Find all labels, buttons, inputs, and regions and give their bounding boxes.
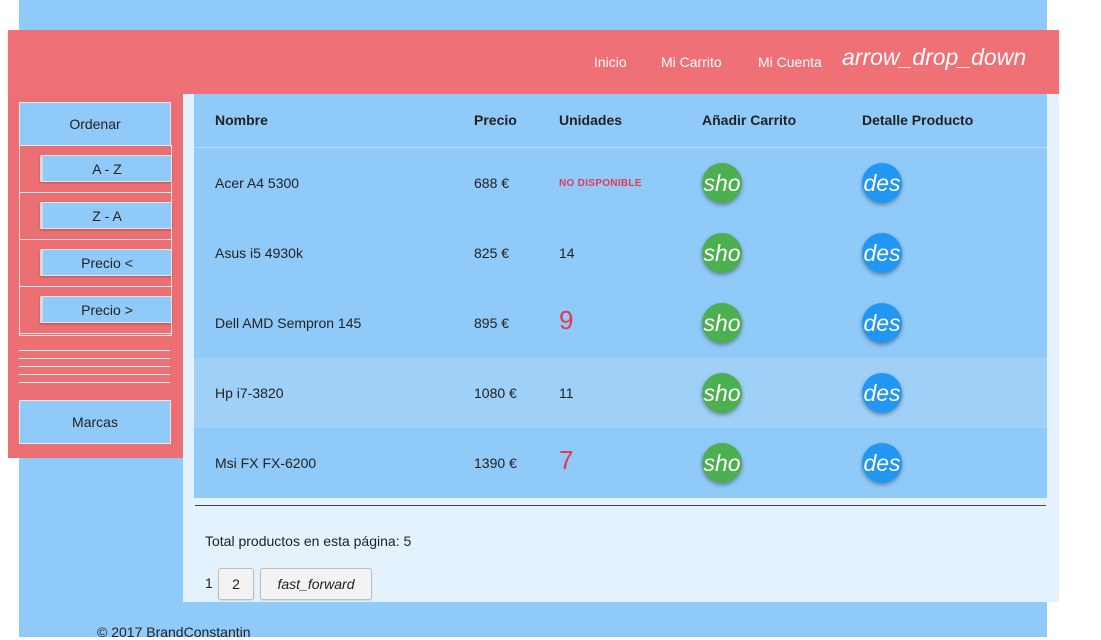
- add-to-cart-button[interactable]: sho: [702, 303, 742, 343]
- top-navbar: Inicio Mi Carrito Mi Cuenta arrow_drop_d…: [8, 30, 1059, 94]
- table-row: Asus i5 4930k 825 € 14 sho des: [194, 218, 1047, 288]
- product-price: 1390 €: [474, 455, 517, 471]
- sort-price-asc-button[interactable]: Precio <: [40, 249, 172, 276]
- table-row: Msi FX FX-6200 1390 € 7 sho des: [194, 428, 1047, 498]
- product-units-unavailable: NO DISPONIBLE: [559, 178, 642, 189]
- add-to-cart-button[interactable]: sho: [702, 163, 742, 203]
- product-units-low: 9: [559, 305, 574, 335]
- arrow-drop-down-icon[interactable]: arrow_drop_down: [842, 44, 1026, 71]
- ordenar-header[interactable]: Ordenar: [19, 102, 171, 146]
- sort-options-group: A - Z Z - A Precio < Precio >: [19, 145, 172, 336]
- description-icon: des: [863, 169, 901, 196]
- description-icon: des: [863, 449, 901, 476]
- product-price: 825 €: [474, 245, 510, 261]
- shopping-cart-icon: sho: [703, 309, 741, 336]
- sort-row: Z - A: [20, 192, 172, 240]
- shopping-cart-icon: sho: [703, 379, 741, 406]
- add-to-cart-button[interactable]: sho: [702, 443, 742, 483]
- product-name: Hp i7-3820: [215, 385, 284, 401]
- sort-row: A - Z: [20, 145, 172, 193]
- product-name: Msi FX FX-6200: [215, 455, 317, 471]
- add-to-cart-button[interactable]: sho: [702, 233, 742, 273]
- description-icon: des: [863, 239, 901, 266]
- fast-forward-button[interactable]: fast_forward: [260, 568, 372, 600]
- description-icon: des: [863, 379, 901, 406]
- main-content: Nombre Precio Unidades Añadir Carrito De…: [183, 94, 1059, 602]
- table-divider: [195, 505, 1046, 506]
- header-anadir-carrito: Añadir Carrito: [702, 112, 797, 128]
- footer-copyright: © 2017 BrandConstantin: [97, 624, 251, 640]
- product-detail-button[interactable]: des: [862, 373, 902, 413]
- nav-mi-cuenta-link[interactable]: Mi Cuenta: [758, 54, 822, 70]
- product-units: 11: [559, 385, 574, 401]
- total-products-text: Total productos en esta página: 5: [205, 533, 412, 549]
- ordenar-label: Ordenar: [69, 116, 121, 132]
- add-to-cart-button[interactable]: sho: [702, 373, 742, 413]
- current-page-number: 1: [205, 575, 213, 591]
- nav-inicio-link[interactable]: Inicio: [594, 54, 627, 70]
- sort-a-z-button[interactable]: A - Z: [40, 155, 172, 182]
- product-detail-button[interactable]: des: [862, 233, 902, 273]
- nav-mi-carrito-link[interactable]: Mi Carrito: [661, 54, 722, 70]
- product-units-low: 7: [559, 445, 574, 475]
- table-row: Hp i7-3820 1080 € 11 sho des: [194, 358, 1047, 428]
- sidebar: Ordenar A - Z Z - A Precio < Precio > Ma…: [8, 94, 183, 458]
- header-unidades: Unidades: [559, 112, 623, 128]
- header-nombre: Nombre: [215, 112, 268, 128]
- shopping-cart-icon: sho: [703, 449, 741, 476]
- header-detalle-producto: Detalle Producto: [862, 112, 974, 128]
- table-row: Dell AMD Sempron 145 895 € 9 sho des: [194, 288, 1047, 358]
- fast-forward-icon: fast_forward: [277, 576, 355, 592]
- sidebar-divider-lines: [19, 350, 170, 390]
- products-table: Nombre Precio Unidades Añadir Carrito De…: [194, 94, 1047, 498]
- product-detail-button[interactable]: des: [862, 443, 902, 483]
- shopping-cart-icon: sho: [703, 169, 741, 196]
- product-price: 895 €: [474, 315, 510, 331]
- sort-row: Precio >: [20, 286, 172, 334]
- table-header-row: Nombre Precio Unidades Añadir Carrito De…: [194, 94, 1047, 148]
- description-icon: des: [863, 309, 901, 336]
- shopping-cart-icon: sho: [703, 239, 741, 266]
- product-detail-button[interactable]: des: [862, 163, 902, 203]
- product-name: Dell AMD Sempron 145: [215, 315, 362, 331]
- product-price: 1080 €: [474, 385, 517, 401]
- sort-price-desc-button[interactable]: Precio >: [40, 296, 172, 323]
- sort-z-a-button[interactable]: Z - A: [40, 202, 172, 229]
- sort-row: Precio <: [20, 239, 172, 287]
- table-row: Acer A4 5300 688 € NO DISPONIBLE sho des: [194, 148, 1047, 218]
- product-detail-button[interactable]: des: [862, 303, 902, 343]
- product-price: 688 €: [474, 175, 510, 191]
- header-precio: Precio: [474, 112, 517, 128]
- marcas-button[interactable]: Marcas: [19, 400, 171, 444]
- page-2-button[interactable]: 2: [218, 568, 254, 600]
- product-name: Acer A4 5300: [215, 175, 300, 191]
- marcas-label: Marcas: [72, 414, 118, 430]
- product-units: 14: [559, 245, 575, 261]
- product-name: Asus i5 4930k: [215, 245, 303, 261]
